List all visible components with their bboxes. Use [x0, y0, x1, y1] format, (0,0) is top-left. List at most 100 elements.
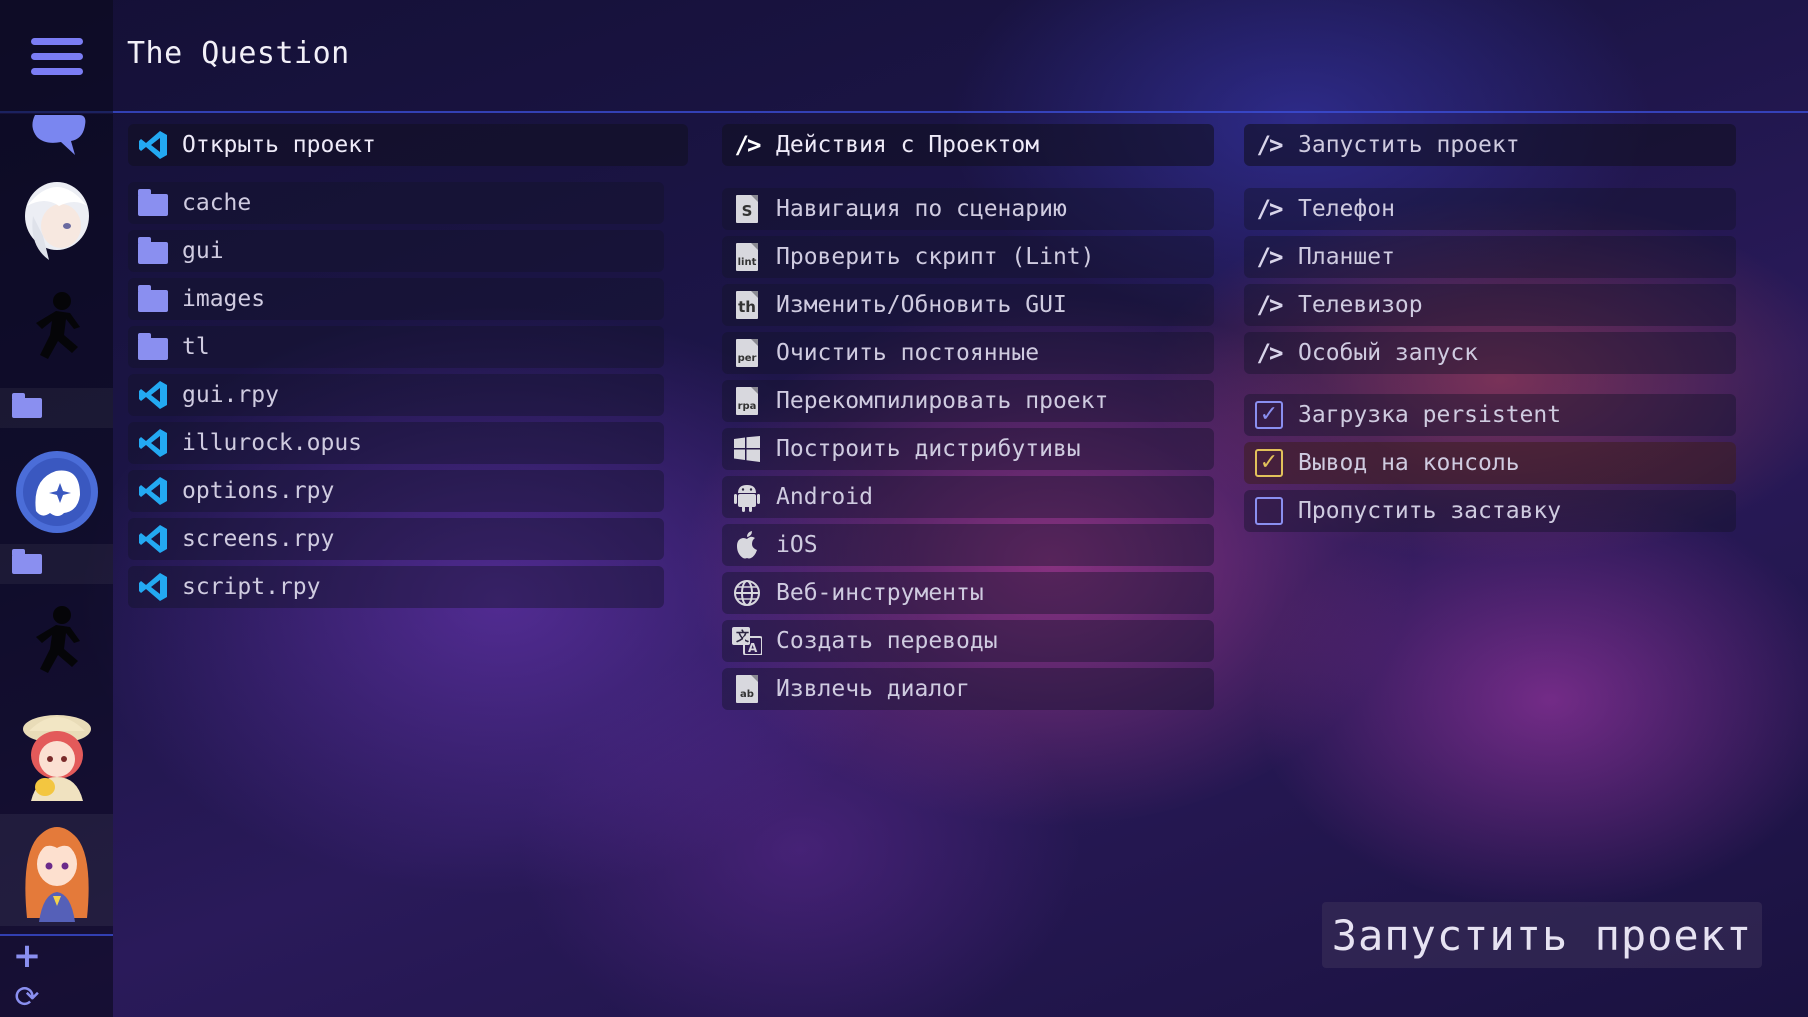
header: The Question: [0, 0, 1808, 113]
doc-dialog-icon: ab: [736, 675, 758, 703]
doc-rpa-icon: rpa: [736, 387, 758, 415]
project-avatar-ghost[interactable]: [0, 444, 113, 540]
checkbox-unchecked[interactable]: [1255, 497, 1283, 525]
folder-icon: [12, 393, 42, 418]
file-row-cache[interactable]: cache: [128, 182, 664, 224]
action-label: Веб-инструменты: [776, 580, 984, 606]
action-lint[interactable]: lint Проверить скрипт (Lint): [722, 236, 1214, 278]
page-title: The Question: [127, 36, 350, 71]
action-label: Android: [776, 484, 873, 510]
project-avatar-orange-hair[interactable]: [0, 814, 113, 926]
option-label: Загрузка persistent: [1298, 402, 1562, 428]
option-load-persistent[interactable]: ✓ Загрузка persistent: [1244, 394, 1736, 436]
add-project-icon[interactable]: +: [12, 939, 42, 973]
android-icon: [730, 480, 764, 514]
option-label: Пропустить заставку: [1298, 498, 1562, 524]
globe-icon: [730, 576, 764, 610]
svg-text:A: A: [748, 641, 758, 655]
code-tag-icon: />: [734, 131, 762, 159]
action-label: Построить дистрибутивы: [776, 436, 1081, 462]
apple-icon: [730, 528, 764, 562]
white-hair-character-avatar: [24, 182, 89, 260]
open-project-button[interactable]: Открыть проект: [128, 124, 688, 166]
launch-target-label: Планшет: [1298, 244, 1395, 270]
action-label: Создать переводы: [776, 628, 998, 654]
action-recompile[interactable]: rpa Перекомпилировать проект: [722, 380, 1214, 422]
file-row-illurock[interactable]: illurock.opus: [128, 422, 664, 464]
doc-gui-icon: th: [736, 291, 758, 319]
code-tag-icon: />: [1256, 291, 1284, 319]
project-avatar-runner-2[interactable]: [0, 598, 113, 688]
doc-per-icon: per: [736, 339, 758, 367]
action-ios[interactable]: iOS: [722, 524, 1214, 566]
code-tag-icon: />: [1256, 195, 1284, 223]
action-label: Очистить постоянные: [776, 340, 1040, 366]
file-row-gui-rpy[interactable]: gui.rpy: [128, 374, 664, 416]
action-android[interactable]: Android: [722, 476, 1214, 518]
option-label: Вывод на консоль: [1298, 450, 1520, 476]
action-extract-dialogue[interactable]: ab Извлечь диалог: [722, 668, 1214, 710]
file-row-screens[interactable]: screens.rpy: [128, 518, 664, 560]
file-row-gui[interactable]: gui: [128, 230, 664, 272]
action-label: iOS: [776, 532, 818, 558]
folder-icon: [138, 333, 168, 360]
file-name: illurock.opus: [182, 430, 363, 456]
file-name: script.rpy: [182, 574, 321, 600]
menu-line: [30, 68, 83, 75]
action-web-tools[interactable]: Веб-инструменты: [722, 572, 1214, 614]
checkbox-checked[interactable]: ✓: [1255, 401, 1283, 429]
refresh-icon[interactable]: ⟳: [12, 983, 42, 1013]
orange-hair-girl-avatar: [24, 827, 89, 922]
launch-target-label: Телефон: [1298, 196, 1395, 222]
code-tag-icon: />: [1256, 131, 1284, 159]
action-script-navigation[interactable]: S Навигация по сценарию: [722, 188, 1214, 230]
speech-bubble-avatar: [31, 115, 85, 155]
action-clear-persistent[interactable]: per Очистить постоянные: [722, 332, 1214, 374]
file-name: cache: [182, 190, 252, 216]
folder-icon: [138, 285, 168, 312]
action-update-gui[interactable]: th Изменить/Обновить GUI: [722, 284, 1214, 326]
launch-target-tv[interactable]: /> Телевизор: [1244, 284, 1736, 326]
project-avatar-runner-1[interactable]: [0, 284, 113, 374]
file-row-tl[interactable]: tl: [128, 326, 664, 368]
launch-target-custom[interactable]: /> Особый запуск: [1244, 332, 1736, 374]
option-console-output[interactable]: ✓ Вывод на консоль: [1244, 442, 1736, 484]
file-name: screens.rpy: [182, 526, 335, 552]
folder-icon: [138, 237, 168, 264]
vscode-icon: [136, 522, 170, 556]
doc-s-icon: S: [736, 195, 758, 223]
checkbox-checked[interactable]: ✓: [1255, 449, 1283, 477]
windows-icon: [730, 432, 764, 466]
vscode-icon: [136, 378, 170, 412]
launch-target-tablet[interactable]: /> Планшет: [1244, 236, 1736, 278]
menu-line: [30, 38, 83, 45]
hamburger-menu-button[interactable]: [0, 0, 113, 113]
file-row-script[interactable]: script.rpy: [128, 566, 664, 608]
launch-project-big-button[interactable]: Запустить проект: [1322, 902, 1762, 968]
file-name: tl: [182, 334, 210, 360]
action-build-distributions[interactable]: Построить дистрибутивы: [722, 428, 1214, 470]
project-folder-1[interactable]: [0, 388, 113, 428]
file-row-images[interactable]: images: [128, 278, 664, 320]
project-avatar-safari-girl[interactable]: [0, 704, 113, 804]
action-create-translations[interactable]: 文A Создать переводы: [722, 620, 1214, 662]
file-row-options[interactable]: options.rpy: [128, 470, 664, 512]
launch-project-button[interactable]: /> Запустить проект: [1244, 124, 1736, 166]
file-name: images: [182, 286, 266, 312]
folder-icon: [12, 549, 42, 574]
menu-line: [30, 53, 83, 60]
code-tag-icon: />: [1256, 243, 1284, 271]
action-label: Проверить скрипт (Lint): [776, 244, 1095, 270]
project-avatar-speech-bubble[interactable]: [0, 114, 113, 160]
launch-target-label: Телевизор: [1298, 292, 1423, 318]
launch-target-phone[interactable]: /> Телефон: [1244, 188, 1736, 230]
vscode-icon: [136, 426, 170, 460]
project-avatar-white-hair[interactable]: [0, 174, 113, 264]
option-skip-splash[interactable]: Пропустить заставку: [1244, 490, 1736, 532]
action-label: Извлечь диалог: [776, 676, 970, 702]
code-tag-icon: />: [1256, 339, 1284, 367]
vscode-icon: [136, 570, 170, 604]
vscode-icon: [136, 474, 170, 508]
project-folder-2[interactable]: [0, 544, 113, 584]
actions-header-label: Действия с Проектом: [776, 132, 1040, 158]
